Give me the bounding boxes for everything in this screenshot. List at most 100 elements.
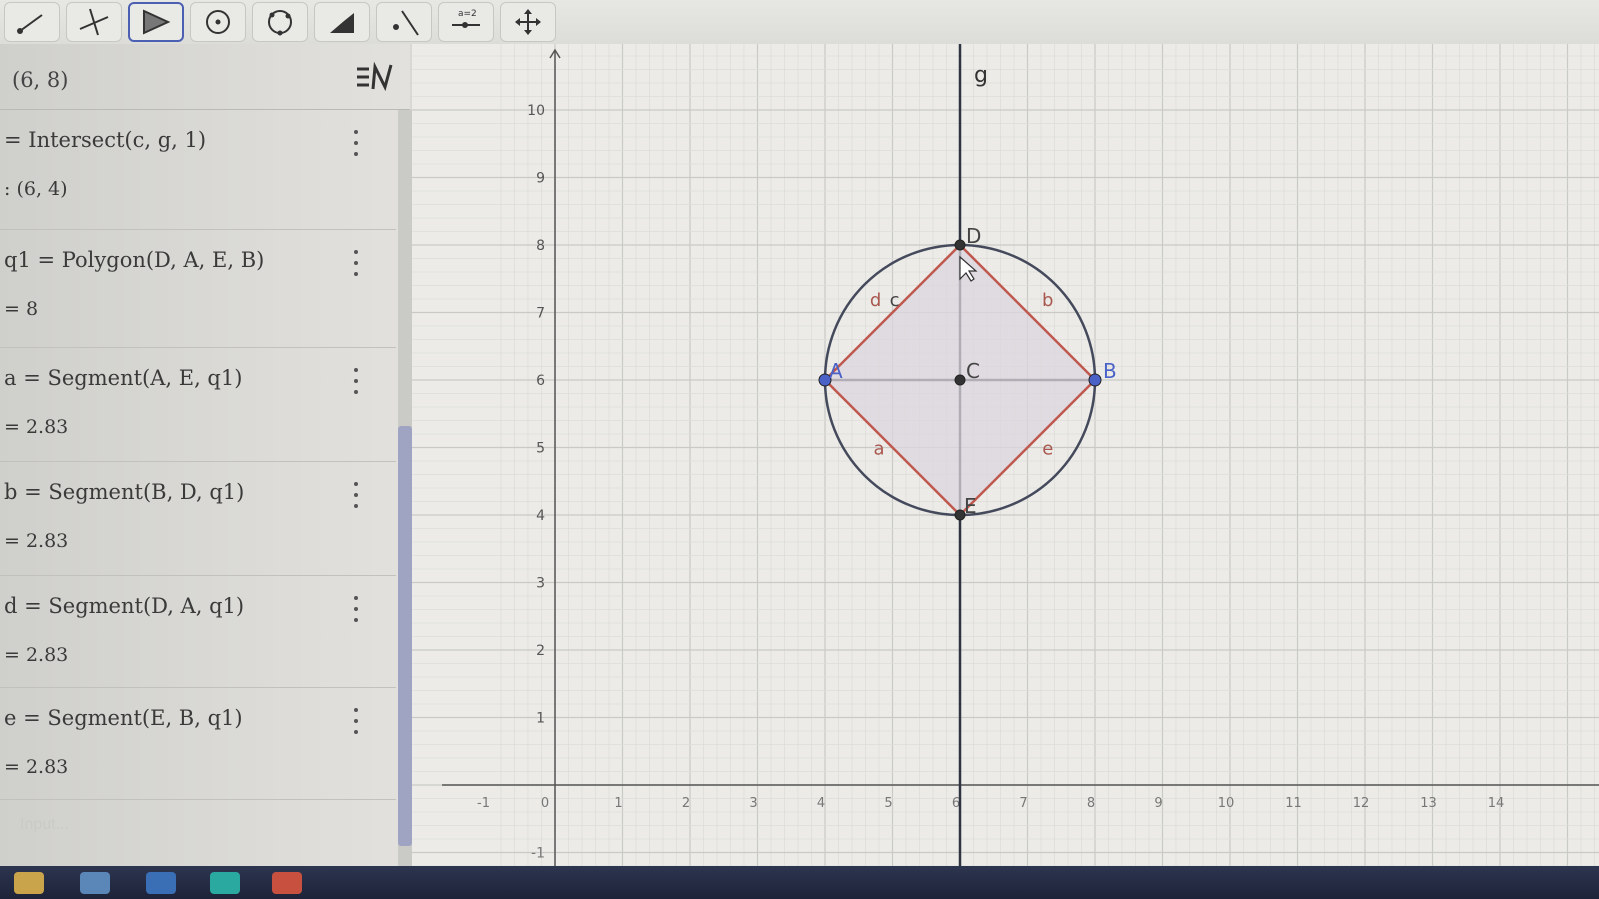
algebra-view: (6, 8) = Intersect(c, g, 1) : (6, 4) q1 …: [0, 44, 412, 870]
algebra-input-value[interactable]: (6, 8): [12, 68, 68, 92]
x-tick-label: 1: [614, 796, 622, 811]
y-tick-label: 1: [536, 711, 545, 727]
x-tick-label: -1: [477, 796, 490, 811]
y-tick-label: 9: [536, 171, 545, 187]
entry-menu-icon[interactable]: [350, 708, 362, 734]
move-tool-icon: [17, 14, 43, 34]
entry-menu-icon[interactable]: [350, 130, 362, 156]
x-tick-label: 7: [1019, 796, 1027, 811]
move-graphics-view-tool-button[interactable]: [500, 2, 556, 42]
folder-icon[interactable]: [14, 872, 44, 894]
y-tick-label: 6: [536, 373, 545, 389]
point-label: C: [966, 359, 980, 383]
algebra-scroll-thumb[interactable]: [398, 426, 412, 846]
x-tick-label: 14: [1488, 796, 1505, 811]
algebra-entry[interactable]: = Intersect(c, g, 1) : (6, 4): [0, 110, 396, 230]
graphics-canvas[interactable]: -1 0 1 2 3 4 5 6 7 8 9 10 11 12 13 1412345678910-1 gA BC…: [412, 44, 1599, 870]
algebra-entry[interactable]: e = Segment(E, B, q1) = 2.83: [0, 688, 396, 800]
point-C[interactable]: [954, 374, 966, 386]
entry-definition: e = Segment(E, B, q1): [4, 706, 243, 730]
circle-three-points-tool-icon: [268, 10, 292, 36]
entry-menu-icon[interactable]: [350, 482, 362, 508]
move-tool-button[interactable]: [4, 2, 60, 42]
entry-value: = 2.83: [4, 644, 69, 666]
point-label: A: [829, 359, 843, 383]
x-tick-label: 11: [1285, 796, 1302, 811]
x-tick-label: 10: [1218, 796, 1235, 811]
entry-definition: a = Segment(A, E, q1): [4, 366, 243, 390]
circle-three-points-tool-button[interactable]: [252, 2, 308, 42]
point-D[interactable]: [954, 239, 966, 251]
y-tick-label: 8: [536, 238, 545, 254]
x-tick-label: 12: [1353, 796, 1370, 811]
x-tick-label: 3: [749, 796, 757, 811]
point-tool-button[interactable]: [66, 2, 122, 42]
move-graphics-view-tool-icon: [515, 9, 541, 35]
y-tick-label: -1: [531, 846, 545, 862]
segment-label: e: [1042, 438, 1053, 459]
construction: [818, 44, 1102, 870]
reflect-tool-button[interactable]: [376, 2, 432, 42]
entry-menu-icon[interactable]: [350, 368, 362, 394]
entry-definition: b = Segment(B, D, q1): [4, 480, 245, 504]
algebra-entry[interactable]: q1 = Polygon(D, A, E, B) = 8: [0, 230, 396, 348]
circle-center-tool-icon: [206, 10, 230, 34]
algebra-sort-button[interactable]: [346, 52, 404, 102]
algebra-entry[interactable]: a = Segment(A, E, q1) = 2.83: [0, 348, 396, 462]
entry-definition: d = Segment(D, A, q1): [4, 594, 245, 618]
circle-c-label: c: [890, 290, 900, 311]
polygon-tool-button[interactable]: [128, 2, 184, 42]
x-tick-label: 9: [1154, 796, 1162, 811]
algebra-input-row[interactable]: (6, 8): [0, 44, 410, 110]
y-tick-label: 2: [536, 643, 545, 659]
entry-menu-icon[interactable]: [350, 596, 362, 622]
entry-value: = 2.83: [4, 756, 69, 778]
algebra-input-placeholder[interactable]: Input...: [20, 816, 69, 834]
algebra-entry[interactable]: d = Segment(D, A, q1) = 2.83: [0, 576, 396, 688]
app-icon[interactable]: [272, 872, 302, 894]
point-label: B: [1103, 359, 1117, 383]
angle-tool-button[interactable]: [314, 2, 370, 42]
os-taskbar: [0, 866, 1599, 899]
x-tick-label: 2: [682, 796, 690, 811]
x-tick-label: 13: [1420, 796, 1437, 811]
entry-value: = 2.83: [4, 416, 69, 438]
entry-definition: = Intersect(c, g, 1): [4, 128, 207, 152]
entry-value: = 2.83: [4, 530, 69, 552]
reflect-tool-icon: [393, 10, 419, 36]
entry-menu-icon[interactable]: [350, 250, 362, 276]
slider-tool-button[interactable]: a=2: [438, 2, 494, 42]
x-tick-label: 8: [1087, 796, 1095, 811]
slider-tool-icon: a=2: [452, 9, 480, 28]
svg-text:a=2: a=2: [458, 9, 477, 19]
toolbar: a=2: [0, 0, 1599, 44]
point-label: E: [964, 494, 977, 518]
entry-value: = 8: [4, 298, 39, 320]
y-tick-label: 4: [536, 508, 545, 524]
polygon-tool-icon: [143, 9, 171, 35]
angle-tool-icon: [330, 13, 354, 33]
segment-label: d: [870, 290, 881, 311]
app-icon[interactable]: [80, 872, 110, 894]
x-tick-label: 4: [817, 796, 825, 811]
line-g-label: g: [974, 63, 988, 88]
entry-value: : (6, 4): [4, 178, 68, 200]
algebra-entry[interactable]: b = Segment(B, D, q1) = 2.83: [0, 462, 396, 576]
y-tick-label: 5: [536, 441, 545, 457]
point-label: D: [966, 224, 981, 248]
point-B[interactable]: [1088, 373, 1102, 387]
algebra-scrollbar[interactable]: [398, 110, 412, 870]
circle-center-tool-button[interactable]: [190, 2, 246, 42]
sort-icon: [357, 61, 393, 92]
browser-icon[interactable]: [146, 872, 176, 894]
graphics-view[interactable]: -1 0 1 2 3 4 5 6 7 8 9 10 11 12 13 14 1 2 3 4 5 6 7 8 9 10 -1 gABC…: [412, 44, 1599, 870]
y-tick-label: 7: [536, 306, 545, 322]
segment-label: a: [873, 438, 884, 459]
segment-label: b: [1042, 290, 1053, 311]
y-tick-label: 10: [527, 103, 545, 119]
x-tick-label: 5: [884, 796, 892, 811]
y-tick-label: 3: [536, 576, 545, 592]
axes: -1 0 1 2 3 4 5 6 7 8 9 10 11 12 13 1412345678910-1: [442, 48, 1599, 870]
entry-definition: q1 = Polygon(D, A, E, B): [4, 248, 265, 272]
app-icon[interactable]: [210, 872, 240, 894]
